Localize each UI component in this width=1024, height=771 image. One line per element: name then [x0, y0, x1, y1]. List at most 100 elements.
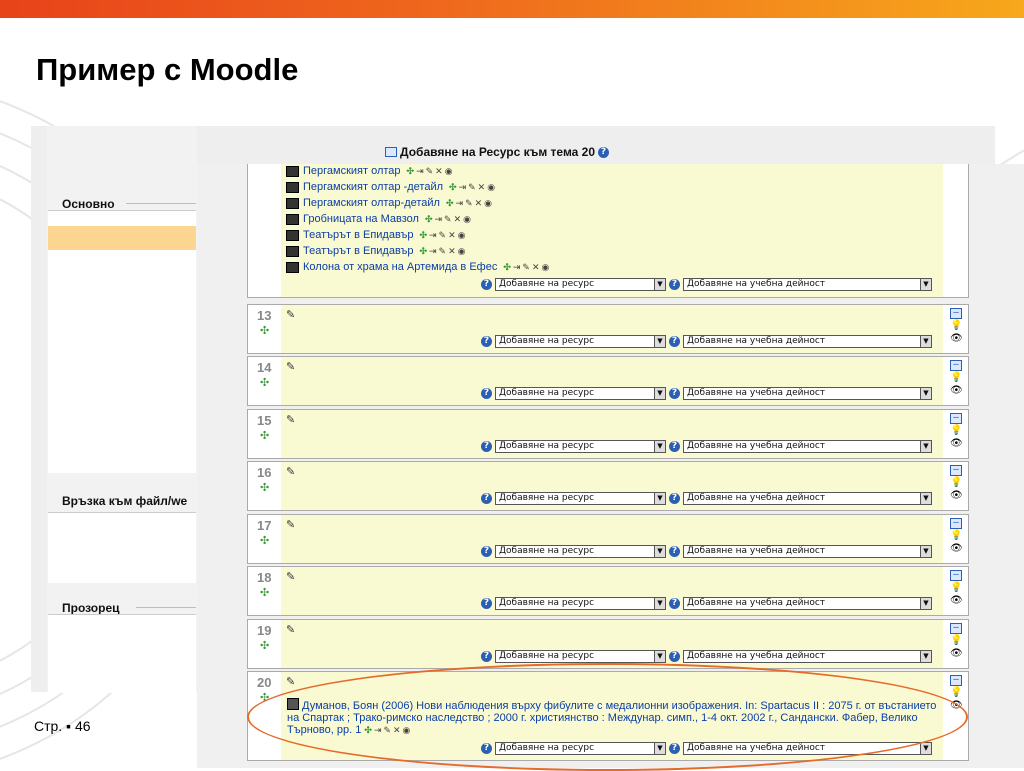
add-activity-select[interactable]: Добавяне на учебна дейност ▼ — [683, 492, 932, 505]
pencil-icon[interactable]: ✎ — [286, 413, 295, 426]
resource-item[interactable]: Колона от храма на Артемида в Ефес ✣⇥✎✕◉ — [286, 259, 551, 275]
move-arrows-icon[interactable]: ✣ — [260, 639, 269, 652]
chevron-down-icon[interactable]: ▼ — [920, 279, 931, 290]
chevron-down-icon[interactable]: ▼ — [654, 546, 665, 557]
resource-tools[interactable]: ✣⇥✎✕◉ — [449, 182, 497, 193]
resource-tools[interactable]: ✣⇥✎✕◉ — [446, 198, 494, 209]
add-resource-select[interactable]: Добавяне на ресурс ▼ — [495, 440, 666, 453]
add-activity-select[interactable]: Добавяне на учебна дейност ▼ — [683, 335, 932, 348]
help-icon[interactable]: ? — [481, 441, 492, 452]
resource-tools[interactable]: ✣⇥✎✕◉ — [419, 230, 467, 241]
lightbulb-icon[interactable]: 💡 — [950, 320, 962, 331]
add-activity-select[interactable]: Добавяне на учебна дейност ▼ — [683, 650, 932, 663]
chevron-down-icon[interactable]: ▼ — [920, 441, 931, 452]
resource-tools[interactable]: ✣⇥✎✕◉ — [425, 214, 473, 225]
resource-tools[interactable]: ✣⇥✎✕◉ — [503, 262, 551, 273]
add-resource-select[interactable]: Добавяне на ресурс ▼ — [495, 650, 666, 663]
help-icon[interactable]: ? — [669, 493, 680, 504]
collapse-box-icon[interactable]: – — [950, 675, 962, 686]
chevron-down-icon[interactable]: ▼ — [920, 743, 931, 754]
resource-item[interactable]: Пергамският олтар ✣⇥✎✕◉ — [286, 164, 551, 179]
chevron-down-icon[interactable]: ▼ — [920, 546, 931, 557]
help-icon[interactable]: ? — [481, 598, 492, 609]
help-icon[interactable]: ? — [481, 388, 492, 399]
chevron-down-icon[interactable]: ▼ — [920, 336, 931, 347]
chevron-down-icon[interactable]: ▼ — [920, 493, 931, 504]
chevron-down-icon[interactable]: ▼ — [654, 441, 665, 452]
chevron-down-icon[interactable]: ▼ — [654, 493, 665, 504]
resource-tools[interactable]: ✣⇥✎✕◉ — [407, 166, 455, 177]
help-icon[interactable]: ? — [669, 336, 680, 347]
add-resource-select[interactable]: Добавяне на ресурс ▼ — [495, 387, 666, 400]
pencil-icon[interactable]: ✎ — [286, 308, 295, 321]
resource-item[interactable]: Пергамският олтар-детайл ✣⇥✎✕◉ — [286, 195, 551, 211]
pencil-icon[interactable]: ✎ — [286, 465, 295, 478]
help-icon[interactable]: ? — [669, 388, 680, 399]
add-activity-select[interactable]: Добавяне на учебна дейност ▼ — [683, 440, 932, 453]
collapse-box-icon[interactable]: – — [950, 360, 962, 371]
move-arrows-icon[interactable]: ✣ — [260, 324, 269, 337]
collapse-box-icon[interactable]: – — [950, 570, 962, 581]
resource-item[interactable]: Театърът в Епидавър ✣⇥✎✕◉ — [286, 227, 551, 243]
add-resource-select[interactable]: Добавяне на ресурс ▼ — [495, 492, 666, 505]
collapse-box-icon[interactable]: – — [950, 308, 962, 319]
help-icon[interactable]: ? — [669, 441, 680, 452]
chevron-down-icon[interactable]: ▼ — [920, 388, 931, 399]
chevron-down-icon[interactable]: ▼ — [654, 651, 665, 662]
resource-item[interactable]: Гробницата на Мавзол ✣⇥✎✕◉ — [286, 211, 551, 227]
chevron-down-icon[interactable]: ▼ — [654, 598, 665, 609]
resource-item[interactable]: Театърът в Епидавър ✣⇥✎✕◉ — [286, 243, 551, 259]
chevron-down-icon[interactable]: ▼ — [654, 279, 665, 290]
help-icon[interactable]: ? — [598, 146, 610, 158]
help-icon[interactable]: ? — [669, 279, 680, 290]
pencil-icon[interactable]: ✎ — [286, 675, 295, 688]
eye-icon[interactable]: 👁 — [950, 543, 963, 554]
resource-tools[interactable]: ✣⇥✎✕◉ — [419, 246, 467, 257]
collapse-box-icon[interactable]: – — [950, 465, 962, 476]
move-arrows-icon[interactable]: ✣ — [260, 481, 269, 494]
help-icon[interactable]: ? — [669, 651, 680, 662]
eye-icon[interactable]: 👁 — [950, 490, 963, 501]
move-arrows-icon[interactable]: ✣ — [260, 429, 269, 442]
pencil-icon[interactable]: ✎ — [286, 570, 295, 583]
help-icon[interactable]: ? — [481, 493, 492, 504]
lightbulb-icon[interactable]: 💡 — [950, 635, 962, 646]
add-activity-select[interactable]: Добавяне на учебна дейност ▼ — [683, 545, 932, 558]
help-icon[interactable]: ? — [669, 598, 680, 609]
eye-icon[interactable]: 👁 — [950, 333, 963, 344]
chevron-down-icon[interactable]: ▼ — [654, 388, 665, 399]
eye-icon[interactable]: 👁 — [950, 595, 963, 606]
move-arrows-icon[interactable]: ✣ — [260, 586, 269, 599]
eye-icon[interactable]: 👁 — [950, 438, 963, 449]
chevron-down-icon[interactable]: ▼ — [654, 336, 665, 347]
add-resource-select[interactable]: Добавяне на ресурс ▼ — [495, 545, 666, 558]
add-activity-select[interactable]: Добавяне на учебна дейност ▼ — [683, 278, 932, 291]
lightbulb-icon[interactable]: 💡 — [950, 687, 962, 698]
lightbulb-icon[interactable]: 💡 — [950, 425, 962, 436]
add-resource-select[interactable]: Добавяне на ресурс ▼ — [495, 335, 666, 348]
eye-icon[interactable]: 👁 — [950, 385, 963, 396]
move-arrows-icon[interactable]: ✣ — [260, 376, 269, 389]
help-icon[interactable]: ? — [481, 336, 492, 347]
resource-item[interactable]: Пергамският олтар -детайл ✣⇥✎✕◉ — [286, 179, 551, 195]
pencil-icon[interactable]: ✎ — [286, 360, 295, 373]
collapse-box-icon[interactable]: – — [950, 413, 962, 424]
lightbulb-icon[interactable]: 💡 — [950, 372, 962, 383]
chevron-down-icon[interactable]: ▼ — [920, 598, 931, 609]
collapse-box-icon[interactable]: – — [950, 518, 962, 529]
collapse-box-icon[interactable]: – — [950, 623, 962, 634]
chevron-down-icon[interactable]: ▼ — [920, 651, 931, 662]
lightbulb-icon[interactable]: 💡 — [950, 477, 962, 488]
move-arrows-icon[interactable]: ✣ — [260, 534, 269, 547]
help-icon[interactable]: ? — [481, 546, 492, 557]
lightbulb-icon[interactable]: 💡 — [950, 530, 962, 541]
help-icon[interactable]: ? — [481, 651, 492, 662]
pencil-icon[interactable]: ✎ — [286, 518, 295, 531]
help-icon[interactable]: ? — [669, 546, 680, 557]
add-resource-select[interactable]: Добавяне на ресурс ▼ — [495, 597, 666, 610]
add-resource-select[interactable]: Добавяне на ресурс ▼ — [495, 278, 666, 291]
lightbulb-icon[interactable]: 💡 — [950, 582, 962, 593]
eye-icon[interactable]: 👁 — [950, 648, 963, 659]
pencil-icon[interactable]: ✎ — [286, 623, 295, 636]
add-activity-select[interactable]: Добавяне на учебна дейност ▼ — [683, 597, 932, 610]
